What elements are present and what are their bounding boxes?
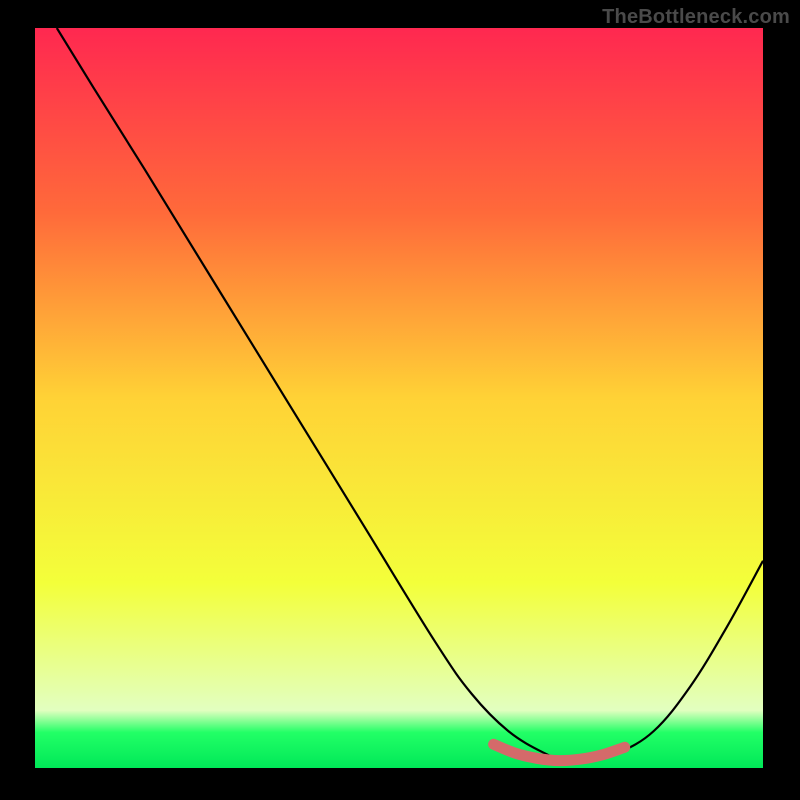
watermark-text: TheBottleneck.com [602, 6, 790, 29]
chart-frame: TheBottleneck.com [0, 0, 800, 800]
bottleneck-chart [35, 28, 763, 768]
gradient-background [35, 28, 763, 768]
